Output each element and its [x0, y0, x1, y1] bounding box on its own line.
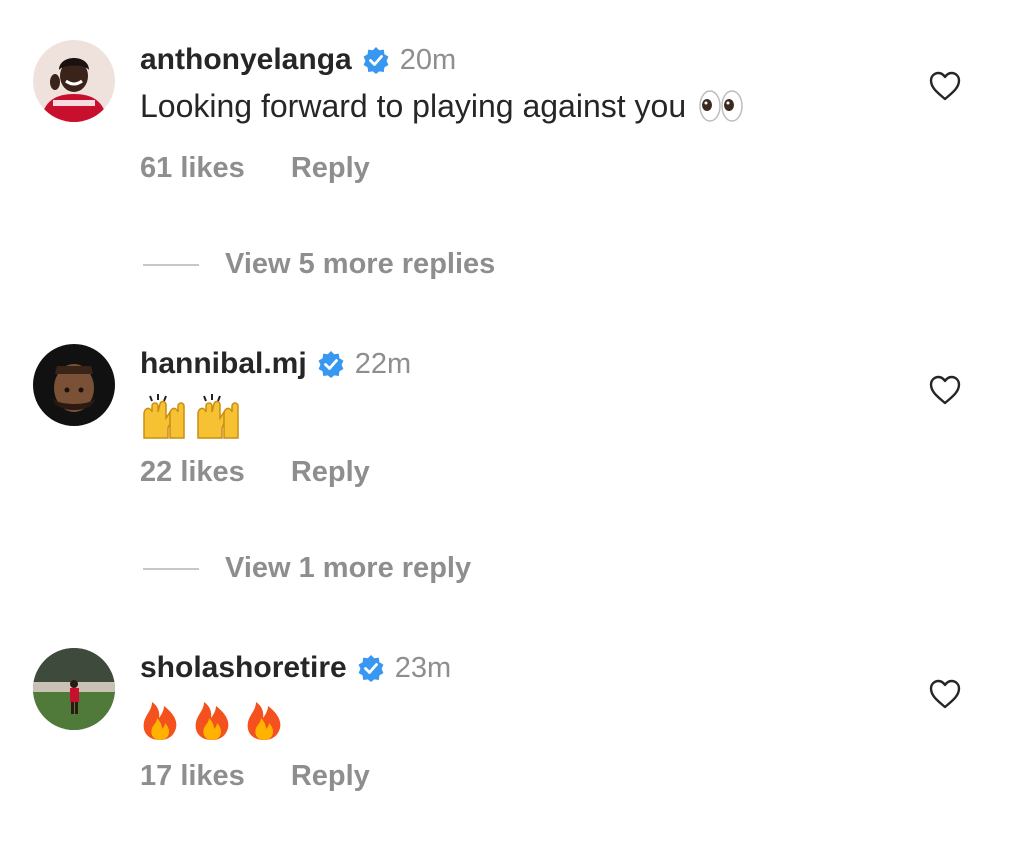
verified-badge-icon	[362, 46, 390, 74]
likes-count[interactable]: 22 likes	[140, 456, 245, 489]
heart-outline-icon[interactable]	[928, 70, 962, 102]
username[interactable]: anthonyelanga	[140, 43, 352, 77]
comment-item: anthonyelanga 20m Looking forward to pla…	[0, 40, 1024, 250]
comment-header: hannibal.mj 22m	[140, 344, 411, 384]
comment-meta: 61 likes Reply	[140, 152, 370, 185]
comments-screen: anthonyelanga 20m Looking forward to pla…	[0, 0, 1024, 861]
heart-outline-icon[interactable]	[928, 678, 962, 710]
comment-body: Looking forward to playing against you	[140, 88, 687, 124]
comment-header: sholashoretire 23m	[140, 648, 451, 688]
timestamp: 22m	[354, 347, 412, 380]
reply-button[interactable]: Reply	[291, 760, 370, 793]
reply-button[interactable]: Reply	[291, 456, 370, 489]
avatar[interactable]	[33, 344, 115, 426]
heart-outline-icon[interactable]	[928, 374, 962, 406]
reply-button[interactable]: Reply	[291, 152, 370, 185]
comment-header: anthonyelanga 20m	[140, 40, 456, 80]
view-more-replies[interactable]: View 5 more replies	[143, 248, 495, 281]
comment-text	[140, 392, 244, 440]
view-more-label: View 5 more replies	[225, 248, 496, 280]
avatar[interactable]	[33, 648, 115, 730]
comment-item: sholashoretire 23m 17 likes Reply	[0, 648, 1024, 858]
likes-count[interactable]: 61 likes	[140, 152, 245, 185]
comment-meta: 22 likes Reply	[140, 456, 370, 489]
divider-line	[143, 263, 199, 266]
view-more-label: View 1 more reply	[225, 552, 472, 584]
username[interactable]: sholashoretire	[140, 651, 347, 685]
divider-line	[143, 567, 199, 570]
comment-item: hannibal.mj 22m 22 likes Reply	[0, 344, 1024, 554]
raising-hands-emoji-icon	[140, 392, 244, 440]
fire-emoji-icon	[140, 696, 292, 742]
username[interactable]: hannibal.mj	[140, 347, 307, 381]
comment-text	[140, 696, 292, 742]
verified-badge-icon	[357, 654, 385, 682]
comment-meta: 17 likes Reply	[140, 760, 370, 793]
avatar[interactable]	[33, 40, 115, 122]
timestamp: 23m	[394, 651, 452, 684]
likes-count[interactable]: 17 likes	[140, 760, 245, 793]
verified-badge-icon	[317, 350, 345, 378]
view-more-replies[interactable]: View 1 more reply	[143, 552, 471, 585]
eyes-emoji-icon	[698, 88, 744, 124]
timestamp: 20m	[399, 43, 457, 76]
comment-text: Looking forward to playing against you	[140, 84, 744, 128]
